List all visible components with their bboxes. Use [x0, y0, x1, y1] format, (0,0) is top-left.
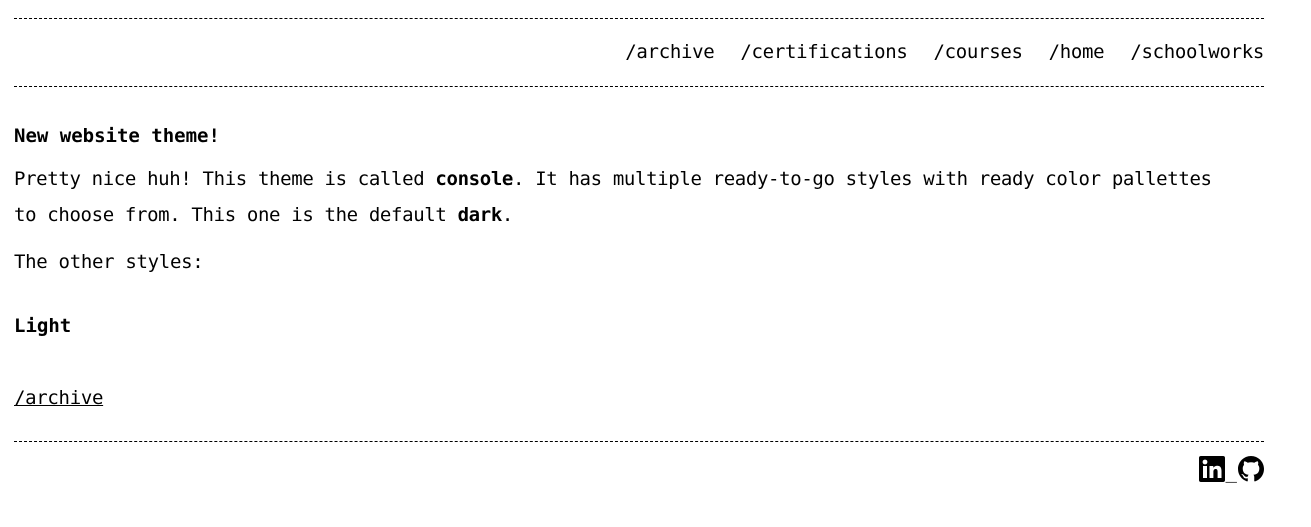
para-text-3: .: [501, 204, 514, 226]
social-links: _: [1198, 454, 1264, 483]
nav-schoolworks[interactable]: /schoolworks: [1130, 41, 1264, 63]
linkedin-icon: [1198, 456, 1225, 482]
dark-word: dark: [457, 204, 503, 226]
header-top-divider: [14, 18, 1264, 19]
console-word: console: [435, 168, 514, 190]
archive-back-link[interactable]: /archive: [14, 387, 103, 409]
para-text-1: Pretty nice huh! This theme is called: [14, 168, 436, 190]
header-bottom-divider: [14, 86, 1264, 87]
main-nav: /archive /certifications /courses /home …: [625, 41, 1264, 63]
icon-separator: _: [1225, 461, 1237, 483]
github-icon: [1238, 456, 1264, 482]
other-styles-text: The other styles:: [14, 251, 204, 273]
footer-divider: [14, 441, 1264, 442]
nav-certifications[interactable]: /certifications: [740, 41, 907, 63]
nav-archive[interactable]: /archive: [625, 41, 714, 63]
github-link[interactable]: [1238, 456, 1264, 482]
style-heading-light: Light: [14, 315, 72, 337]
nav-home[interactable]: /home: [1049, 41, 1105, 63]
linkedin-link[interactable]: [1198, 456, 1225, 482]
nav-courses[interactable]: /courses: [934, 41, 1023, 63]
post-title: New website theme!: [14, 125, 220, 147]
post-paragraph: Pretty nice huh! This theme is called co…: [14, 161, 1214, 233]
